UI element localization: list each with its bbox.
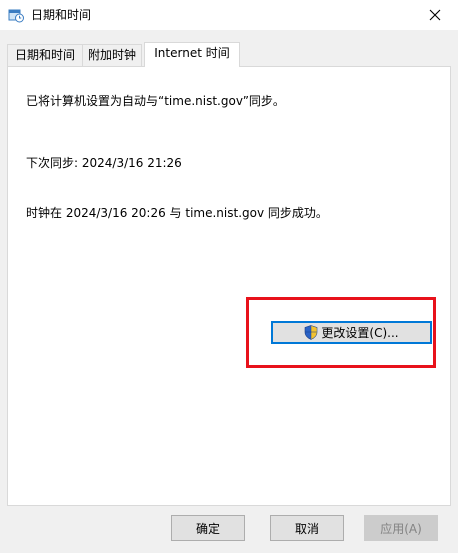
apply-button[interactable]: 应用(A) bbox=[364, 515, 438, 541]
date-time-icon bbox=[8, 9, 24, 23]
cancel-button[interactable]: 取消 bbox=[270, 515, 344, 541]
tab-additional-clocks[interactable]: 附加时钟 bbox=[82, 44, 142, 66]
sync-setting-text: 已将计算机设置为自动与“time.nist.gov”同步。 bbox=[26, 94, 285, 108]
internet-time-panel: 已将计算机设置为自动与“time.nist.gov”同步。 下次同步: 2024… bbox=[7, 66, 451, 506]
change-settings-label: 更改设置(C)... bbox=[321, 326, 399, 340]
change-settings-button[interactable]: 更改设置(C)... bbox=[271, 321, 432, 344]
close-button[interactable] bbox=[412, 0, 458, 30]
date-time-dialog: 日期和时间 日期和时间 附加时钟 Internet 时间 已将计算机设置为自动与… bbox=[0, 0, 458, 553]
ok-button[interactable]: 确定 bbox=[171, 515, 245, 541]
tab-date-time[interactable]: 日期和时间 bbox=[7, 44, 83, 66]
close-icon bbox=[429, 9, 441, 21]
next-sync-text: 下次同步: 2024/3/16 21:26 bbox=[26, 156, 182, 170]
uac-shield-icon bbox=[305, 325, 318, 340]
last-sync-text: 时钟在 2024/3/16 20:26 与 time.nist.gov 同步成功… bbox=[26, 206, 328, 220]
title-bar: 日期和时间 bbox=[0, 0, 458, 30]
window-title: 日期和时间 bbox=[31, 8, 92, 22]
tab-internet-time[interactable]: Internet 时间 bbox=[144, 42, 240, 67]
